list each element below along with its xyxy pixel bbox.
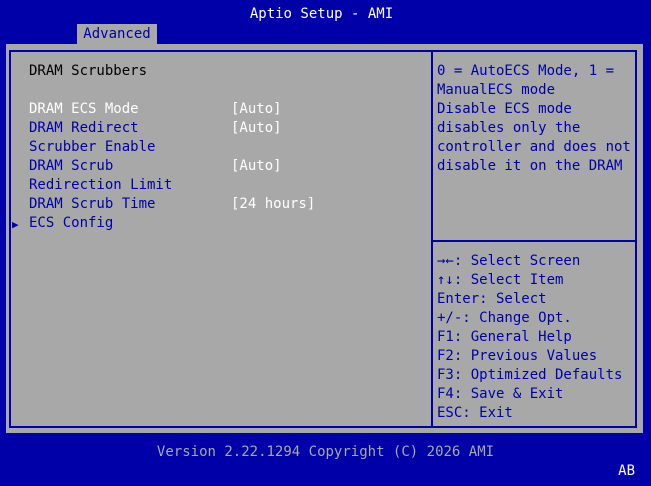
setting-dram-ecs-mode-value[interactable]: [Auto] xyxy=(231,100,282,119)
key-help-select-item: ↑↓: Select Item xyxy=(437,272,564,288)
submenu-ecs-config[interactable]: ECS Config xyxy=(29,214,113,233)
key-help-f3: F3: Optimized Defaults xyxy=(437,367,623,383)
main-frame: DRAM Scrubbers DRAM ECS Mode [Auto] DRAM… xyxy=(6,44,643,433)
app-title: Aptio Setup - AMI xyxy=(249,6,394,22)
key-help-f4: F4: Save & Exit xyxy=(437,386,564,402)
pane-divider-horizontal xyxy=(433,240,637,242)
version-text: Version 2.22.1294 Copyright (C) 2026 AMI xyxy=(156,444,495,460)
header-bar: Aptio Setup - AMI Advanced xyxy=(0,0,651,44)
key-help-change-opt: +/-: Change Opt. xyxy=(437,310,572,326)
key-help-f2: F2: Previous Values xyxy=(437,348,598,364)
help-text-line: disable it on the DRAM xyxy=(437,158,623,174)
setting-dram-redirect-label[interactable]: DRAM Redirect xyxy=(29,119,139,138)
setting-dram-redirect-value[interactable]: [Auto] xyxy=(231,119,282,138)
section-title: DRAM Scrubbers xyxy=(29,63,148,79)
help-text-line: controller and does not xyxy=(437,139,631,155)
setting-dram-redirect-label-cont[interactable]: Scrubber Enable xyxy=(29,138,155,157)
setting-dram-scrub-label[interactable]: DRAM Scrub xyxy=(29,157,113,176)
pane-divider-vertical xyxy=(431,50,433,428)
footer-bar: Version 2.22.1294 Copyright (C) 2026 AMI… xyxy=(0,433,651,486)
help-text-line: 0 = AutoECS Mode, 1 = xyxy=(437,63,615,79)
key-help-enter: Enter: Select xyxy=(437,291,547,307)
setting-dram-ecs-mode-label[interactable]: DRAM ECS Mode xyxy=(29,100,139,119)
help-text-line: ManualECS mode xyxy=(437,82,556,98)
tab-advanced[interactable]: Advanced xyxy=(77,24,157,44)
status-indicator: AB xyxy=(618,463,635,479)
key-help-esc: ESC: Exit xyxy=(437,405,513,421)
help-text-line: disables only the xyxy=(437,120,581,136)
submenu-arrow-icon: ▶ xyxy=(12,218,19,231)
setting-dram-scrub-time-label[interactable]: DRAM Scrub Time xyxy=(29,195,155,214)
setting-dram-scrub-label-cont[interactable]: Redirection Limit xyxy=(29,176,172,195)
setting-dram-scrub-time-value[interactable]: [24 hours] xyxy=(231,195,315,214)
setting-dram-scrub-value[interactable]: [Auto] xyxy=(231,157,282,176)
help-text-line: Disable ECS mode xyxy=(437,101,572,117)
key-help-f1: F1: General Help xyxy=(437,329,572,345)
key-help-select-screen: →←: Select Screen xyxy=(437,253,581,269)
